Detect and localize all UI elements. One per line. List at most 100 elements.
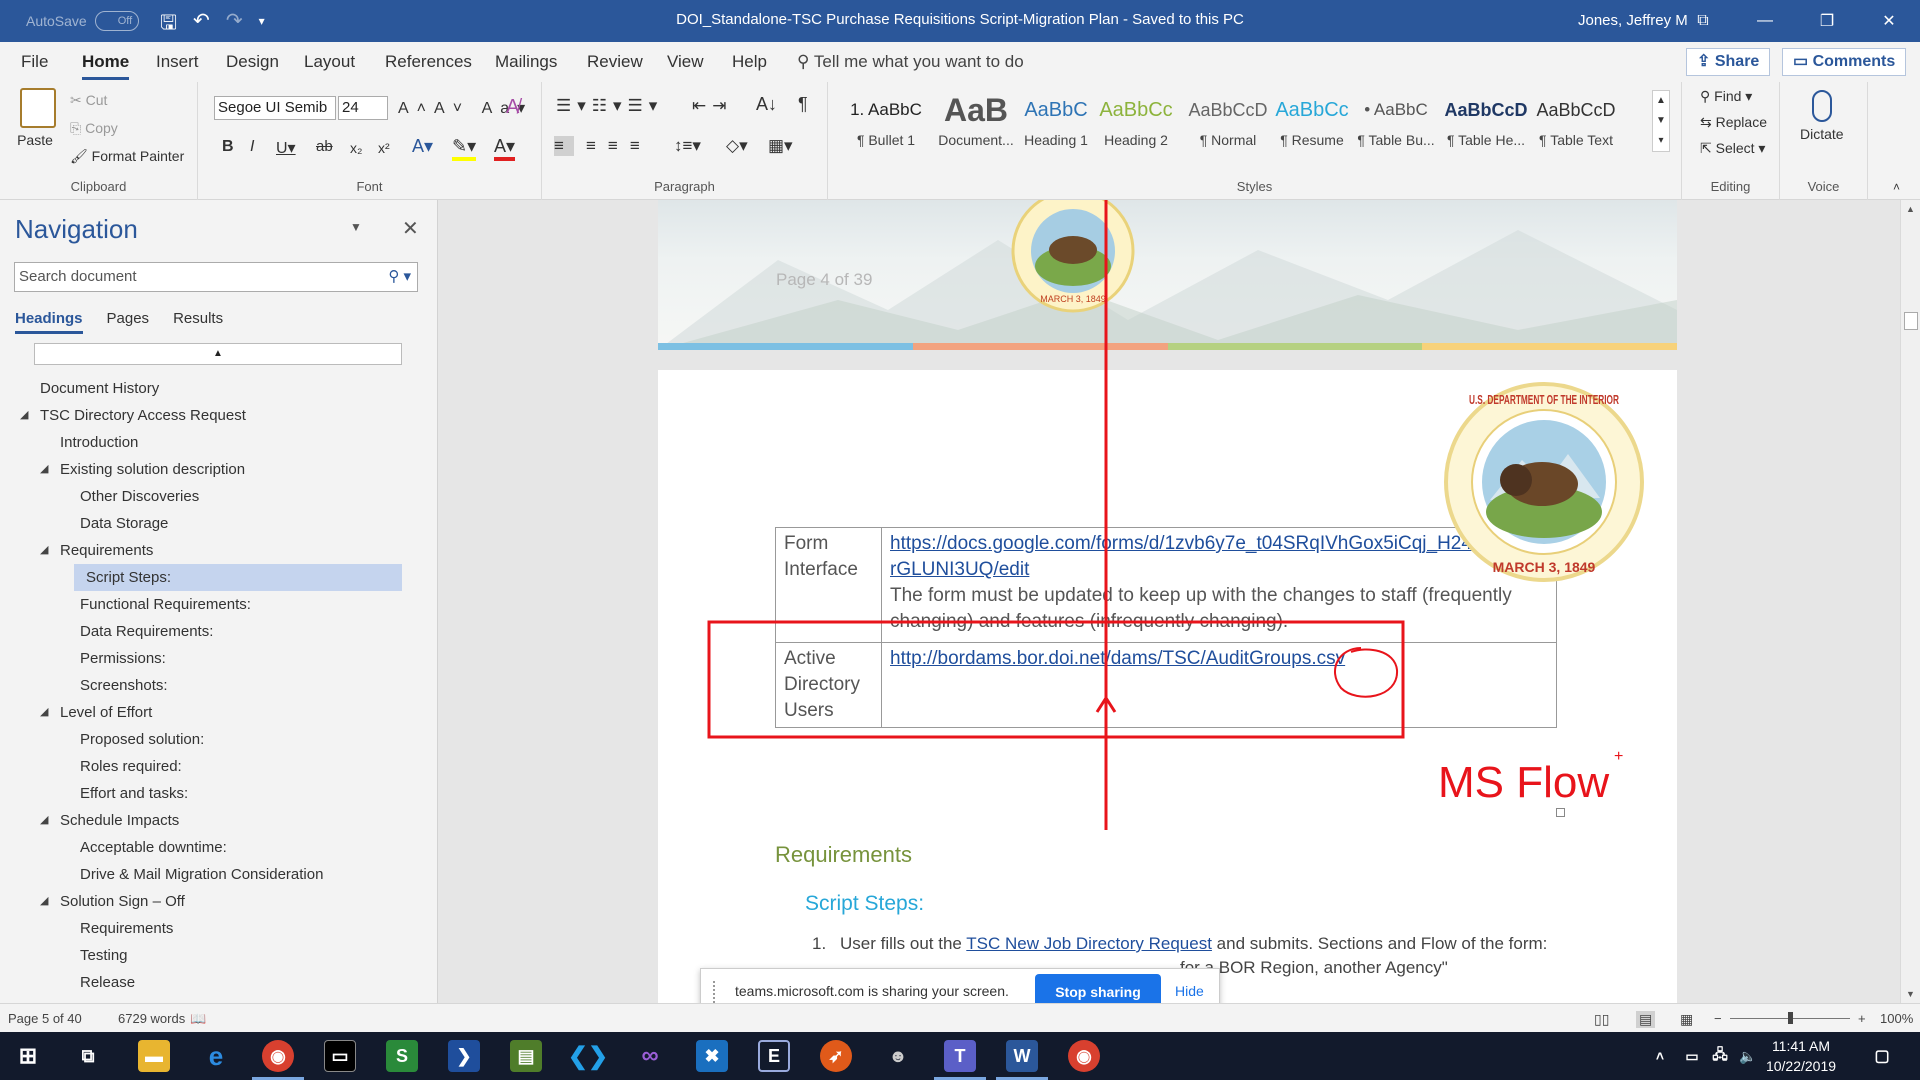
undo-icon[interactable]: ↶ (193, 8, 210, 42)
collapse-ribbon-icon[interactable]: ˄ (1893, 180, 1900, 194)
strikethrough-button[interactable]: ab (316, 138, 333, 155)
nav-heading-item[interactable]: ◢ TSC Directory Access Request (0, 402, 400, 429)
nav-heading-item[interactable]: Screenshots: (0, 672, 400, 699)
chrome-icon[interactable]: ◉ (262, 1040, 294, 1072)
word-count[interactable]: 6729 words (118, 1011, 185, 1026)
chrome-alt-icon[interactable]: ◉ (1068, 1040, 1100, 1072)
cut-button[interactable]: ✂ Cut (70, 92, 107, 109)
expand-triangle-icon[interactable]: ◢ (40, 699, 48, 726)
autosave-toggle[interactable]: AutoSave Off (26, 11, 139, 31)
nav-heading-item[interactable]: Roles required: (0, 753, 400, 780)
tab-layout[interactable]: Layout (304, 52, 355, 72)
indent-buttons[interactable]: ⇤⇥ (692, 96, 733, 116)
hide-banner-link[interactable]: Hide (1175, 983, 1204, 999)
nav-heading-item[interactable]: ◢ Solution Sign – Off (0, 888, 400, 915)
nav-heading-item[interactable]: Functional Requirements: (0, 591, 400, 618)
nav-heading-item[interactable]: Effort and tasks: (0, 780, 400, 807)
nav-heading-item[interactable]: Data Storage (0, 510, 400, 537)
bold-button[interactable]: B (222, 138, 234, 156)
superscript-button[interactable]: x² (378, 140, 390, 156)
mascot-app-icon[interactable]: ☻ (882, 1040, 914, 1072)
search-icon[interactable]: ⚲ ▾ (388, 263, 411, 291)
style-gallery-item[interactable]: AaBbC Heading 1 (1012, 92, 1100, 162)
underline-button[interactable]: U▾ (276, 138, 296, 158)
nav-heading-item[interactable]: Document History (0, 375, 400, 402)
nav-tab-results[interactable]: Results (173, 310, 223, 334)
style-gallery-item[interactable]: AaBbCcD ¶ Table Text (1532, 92, 1620, 162)
style-gallery-item[interactable]: AaBbCcD ¶ Table He... (1442, 92, 1530, 162)
format-painter-button[interactable]: 🖌 Format Painter (70, 148, 184, 165)
expand-triangle-icon[interactable]: ◢ (40, 888, 48, 915)
tab-file[interactable]: File (21, 52, 48, 72)
project-app-icon[interactable]: ▤ (510, 1040, 542, 1072)
page-count[interactable]: Page 5 of 40 (8, 1011, 82, 1026)
task-view-icon[interactable]: ⧉ (72, 1040, 104, 1072)
redo-icon[interactable]: ↷ (226, 8, 243, 42)
italic-button[interactable]: I (250, 138, 254, 156)
system-clock[interactable]: 11:41 AM 10/22/2019 (1756, 1036, 1846, 1076)
app-e-icon[interactable]: E (758, 1040, 790, 1072)
tab-insert[interactable]: Insert (156, 52, 199, 72)
paste-button[interactable]: Paste (14, 88, 56, 148)
pilcrow-icon[interactable]: ¶ (798, 94, 808, 115)
nav-heading-item[interactable]: Release (0, 969, 400, 996)
style-gallery-item[interactable]: AaBbCcD ¶ Normal (1184, 92, 1272, 162)
line-spacing-icon[interactable]: ↕≡▾ (674, 136, 701, 156)
replace-button[interactable]: ⇆ Replace (1700, 114, 1767, 131)
web-layout-icon[interactable]: ▦ (1680, 1011, 1693, 1028)
vscode-icon[interactable]: ❮❯ (568, 1040, 608, 1072)
collapse-all-button[interactable]: ▲ (34, 343, 402, 365)
nav-heading-item[interactable]: Proposed solution: (0, 726, 400, 753)
highlight-icon[interactable]: ✎▾ (452, 136, 477, 161)
find-button[interactable]: ⚲ Find ▾ (1700, 88, 1752, 105)
nav-heading-item[interactable]: Introduction (0, 429, 400, 456)
save-icon[interactable]: 🖫 (160, 8, 177, 42)
restore-icon[interactable]: ❐ (1796, 0, 1858, 42)
style-gallery-item[interactable]: AaBbCc Heading 2 (1092, 92, 1180, 162)
expand-triangle-icon[interactable]: ◢ (40, 537, 48, 564)
nav-heading-item[interactable]: Data Requirements: (0, 618, 400, 645)
font-color-icon[interactable]: A▾ (494, 136, 516, 161)
text-effects-icon[interactable]: A▾ (412, 136, 433, 157)
nav-heading-item[interactable]: Drive & Mail Migration Consideration (0, 861, 400, 888)
zoom-out-icon[interactable]: − (1714, 1011, 1722, 1026)
align-buttons[interactable]: ≡≡≡ (586, 136, 652, 156)
scroll-up-icon[interactable]: ▲ (1906, 204, 1915, 214)
vertical-scrollbar[interactable]: ▲ ▼ (1900, 200, 1920, 1003)
nav-heading-item[interactable]: Requirements (0, 915, 400, 942)
subscript-button[interactable]: x₂ (350, 140, 362, 156)
nav-heading-item[interactable]: ◢ Schedule Impacts (0, 807, 400, 834)
document-canvas[interactable]: Page 4 of 39 MARCH 3, 1849 Form Interfac… (439, 200, 1900, 1003)
postman-icon[interactable]: ➶ (820, 1040, 852, 1072)
sort-icon[interactable]: A↓ (756, 94, 777, 115)
style-gallery-item[interactable]: AaBbCc ¶ Resume (1268, 92, 1356, 162)
list-buttons[interactable]: ☰▾☷▾☰▾ (556, 96, 663, 116)
comments-button[interactable]: ▭ Comments (1782, 48, 1907, 76)
borders-icon[interactable]: ▦▾ (768, 136, 793, 156)
font-size-box[interactable]: 24 (338, 96, 388, 120)
customize-qat-icon[interactable]: ▾ (259, 8, 265, 42)
tab-help[interactable]: Help (732, 52, 767, 72)
align-left-button[interactable]: ≡ (554, 136, 574, 156)
style-gallery-item[interactable]: 1. AaBbC ¶ Bullet 1 (842, 92, 930, 162)
ribbon-display-options-icon[interactable]: ⧉ (1672, 0, 1734, 42)
powershell-icon[interactable]: ❯ (448, 1040, 480, 1072)
green-s-app-icon[interactable]: S (386, 1040, 418, 1072)
tab-review[interactable]: Review (587, 52, 643, 72)
tab-home[interactable]: Home (82, 52, 130, 80)
select-button[interactable]: ⇱ Select ▾ (1700, 140, 1765, 157)
zoom-level[interactable]: 100% (1880, 1011, 1913, 1026)
tray-chevron-icon[interactable]: ˄ (1644, 1040, 1676, 1072)
terminal-icon[interactable]: ▭ (324, 1040, 356, 1072)
nav-heading-item[interactable]: Acceptable downtime: (0, 834, 400, 861)
scroll-down-icon[interactable]: ▼ (1906, 989, 1915, 999)
read-mode-icon[interactable]: ▯▯ (1594, 1011, 1609, 1028)
dictate-button[interactable]: Dictate (1800, 90, 1844, 142)
nav-heading-item[interactable]: Script Steps: (74, 564, 402, 591)
clear-formatting-icon[interactable]: A̸ (506, 96, 519, 119)
style-gallery-item[interactable]: AaB Document... (932, 92, 1020, 162)
expand-triangle-icon[interactable]: ◢ (20, 402, 28, 429)
expand-triangle-icon[interactable]: ◢ (40, 456, 48, 483)
close-pane-icon[interactable]: ✕ (402, 216, 419, 241)
nav-tab-headings[interactable]: Headings (15, 310, 83, 334)
